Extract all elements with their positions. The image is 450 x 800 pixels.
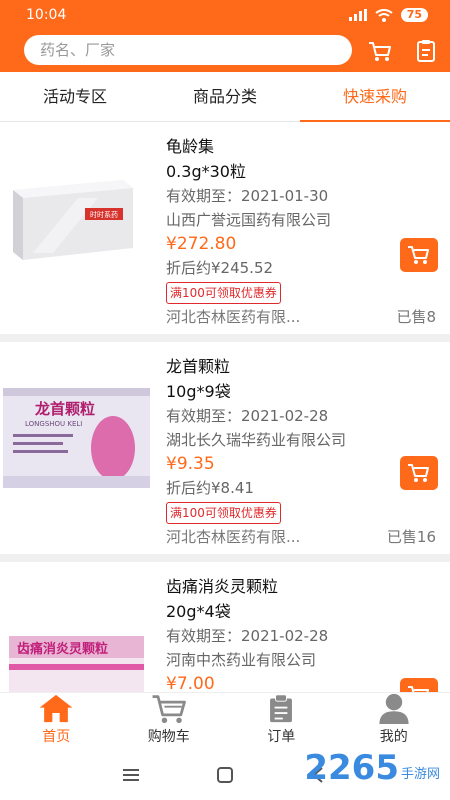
status-bar: 10:04 75	[0, 0, 450, 30]
search-input[interactable]: 药名、厂家	[24, 35, 352, 65]
cart-icon	[408, 246, 429, 264]
svg-text:时时系药: 时时系药	[90, 210, 118, 219]
nav-home[interactable]: 首页	[0, 693, 113, 750]
tab-quick-purchase[interactable]: 快速采购	[300, 72, 450, 122]
shopping-cart-icon	[152, 695, 186, 724]
add-to-cart-button[interactable]	[400, 238, 438, 272]
seller-row: 河北杏林医药有限... 已售16	[166, 525, 436, 549]
product-price: ¥272.80	[166, 234, 237, 254]
cart-icon	[408, 464, 429, 482]
product-discount-price: 折后约¥8.41	[166, 479, 254, 497]
orders-icon	[270, 694, 293, 723]
seller-row: 河北杏林医药有限... 已售8	[166, 305, 436, 329]
add-to-cart-button[interactable]	[400, 678, 438, 692]
home-square-icon[interactable]	[217, 767, 233, 783]
product-item[interactable]: 齿痛消炎灵颗粒 齿痛消炎灵颗粒 20g*4袋 有效期至：2021-02-28 河…	[0, 562, 450, 692]
product-info: 齿痛消炎灵颗粒 20g*4袋 有效期至：2021-02-28 河南中杰药业有限公…	[166, 574, 436, 692]
user-icon	[379, 693, 409, 724]
home-icon	[39, 694, 73, 723]
svg-text:齿痛消炎灵颗粒: 齿痛消炎灵颗粒	[17, 641, 108, 657]
product-expiry: 有效期至：2021-02-28	[166, 627, 329, 645]
seller-name: 河北杏林医药有限...	[166, 528, 301, 546]
nav-profile[interactable]: 我的	[338, 693, 450, 750]
cart-icon	[408, 686, 429, 692]
product-discount-price: 折后约¥245.52	[166, 259, 274, 277]
wifi-icon	[375, 8, 393, 22]
product-name: 龙首颗粒	[166, 357, 231, 376]
product-item[interactable]: 龙首颗粒 LONGSHOU KELI 龙首颗粒 10g*9袋 有效期至：2021…	[0, 342, 450, 562]
product-spec: 10g*9袋	[166, 382, 231, 401]
status-time: 10:04	[26, 7, 67, 23]
tab-activity[interactable]: 活动专区	[0, 72, 150, 121]
battery-indicator: 75	[400, 8, 428, 22]
bottom-nav: 首页 购物车 订单 我的	[0, 692, 450, 750]
svg-text:龙首颗粒: 龙首颗粒	[34, 400, 95, 418]
watermark-logo: 2265 手游网	[304, 748, 440, 788]
nav-orders[interactable]: 订单	[225, 693, 338, 750]
signal-icon	[348, 9, 367, 21]
category-tabs: 活动专区 商品分类 快速采购	[0, 72, 450, 122]
watermark-number: 2265	[304, 748, 399, 788]
clipboard-icon[interactable]	[414, 37, 438, 65]
product-price: ¥7.00	[166, 674, 215, 692]
product-price: ¥9.35	[166, 454, 215, 474]
coupon-badge[interactable]: 满100可领取优惠券	[166, 282, 281, 304]
coupon-badge[interactable]: 满100可领取优惠券	[166, 502, 281, 524]
watermark-text: 手游网	[400, 767, 440, 782]
product-expiry: 有效期至：2021-01-30	[166, 187, 329, 205]
product-spec: 0.3g*30粒	[166, 162, 246, 181]
nav-cart-label: 购物车	[147, 729, 190, 745]
nav-cart[interactable]: 购物车	[113, 693, 226, 750]
product-image: 齿痛消炎灵颗粒	[3, 608, 150, 692]
product-expiry: 有效期至：2021-02-28	[166, 407, 329, 425]
nav-orders-label: 订单	[267, 729, 296, 745]
tab-categories[interactable]: 商品分类	[150, 72, 300, 121]
product-manufacturer: 山西广誉远国药有限公司	[166, 211, 332, 229]
seller-name: 河北杏林医药有限...	[166, 308, 301, 326]
add-to-cart-button[interactable]	[400, 456, 438, 490]
nav-profile-label: 我的	[379, 729, 408, 745]
sold-count: 已售16	[386, 528, 436, 546]
svg-text:LONGSHOU KELI: LONGSHOU KELI	[25, 420, 82, 428]
product-list: 时时系药 龟龄集 0.3g*30粒 有效期至：2021-01-30 山西广誉远国…	[0, 122, 450, 692]
nav-home-label: 首页	[42, 729, 71, 745]
header-bar: 药名、厂家	[0, 30, 450, 72]
product-image: 时时系药	[3, 168, 150, 268]
status-icons: 75	[348, 8, 428, 22]
product-image: 龙首颗粒 LONGSHOU KELI	[3, 388, 150, 488]
product-item[interactable]: 时时系药 龟龄集 0.3g*30粒 有效期至：2021-01-30 山西广誉远国…	[0, 122, 450, 342]
product-name: 龟龄集	[166, 137, 215, 156]
product-info: 龙首颗粒 10g*9袋 有效期至：2021-02-28 湖北长久瑞华药业有限公司…	[166, 354, 436, 549]
product-spec: 20g*4袋	[166, 602, 231, 621]
cart-icon[interactable]	[366, 37, 394, 65]
product-manufacturer: 河南中杰药业有限公司	[166, 651, 317, 669]
menu-icon[interactable]	[123, 768, 139, 782]
sold-count: 已售8	[396, 308, 436, 326]
product-manufacturer: 湖北长久瑞华药业有限公司	[166, 431, 347, 449]
product-name: 齿痛消炎灵颗粒	[166, 577, 279, 596]
product-info: 龟龄集 0.3g*30粒 有效期至：2021-01-30 山西广誉远国药有限公司…	[166, 134, 436, 329]
